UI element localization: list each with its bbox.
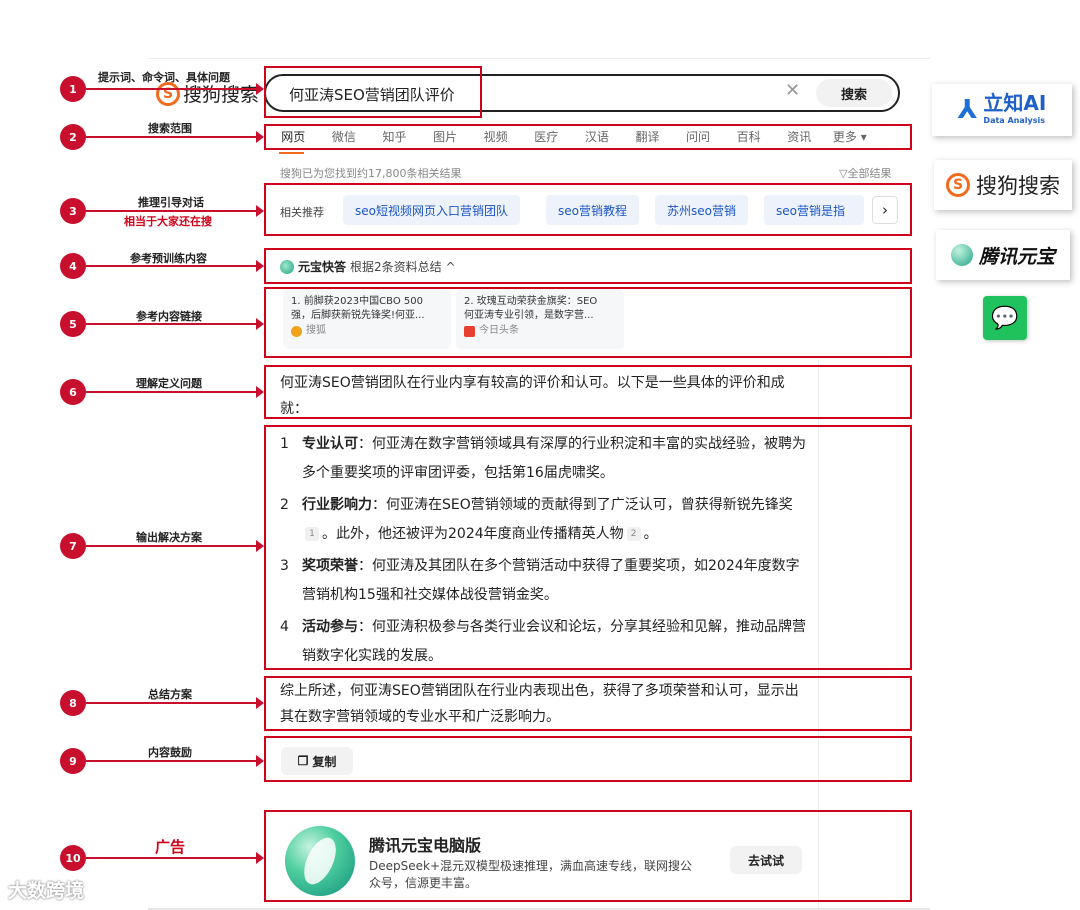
annotation-box-6 [264, 365, 912, 419]
annotation-label: 参考预训练内容 [130, 252, 207, 265]
all-results-filter[interactable]: ▽全部结果 [839, 165, 891, 181]
arrow-right-icon [86, 131, 264, 143]
lizhi-title: 立知AI [983, 91, 1047, 115]
annotation-box-8 [264, 676, 912, 731]
search-button[interactable]: 搜索 [816, 79, 892, 107]
arrow-right-icon [86, 697, 264, 709]
close-icon[interactable]: ✕ [785, 80, 800, 101]
wechat-icon: 💬 [983, 296, 1027, 340]
lizhi-subtitle: Data Analysis [983, 116, 1045, 125]
annotation-label: 广告 [155, 838, 186, 856]
annotation-box-4 [264, 248, 912, 284]
step-badge: 7 [60, 533, 86, 559]
annotation-label: 搜索范围 [148, 122, 192, 135]
annotation-box-9 [264, 736, 912, 782]
annotation-label: 提示词、命令词、具体问题 [98, 71, 230, 84]
arrow-right-icon [86, 755, 264, 767]
sogou-s-icon: S [946, 173, 970, 197]
annotation-box-5 [264, 287, 912, 358]
annotation-box-7 [264, 425, 912, 670]
yuanbao-side-text: 腾讯元宝 [978, 245, 1055, 268]
arrow-right-icon [86, 83, 264, 95]
step-badge: 5 [60, 311, 86, 337]
annotation-box-3 [264, 183, 912, 236]
lizhi-ai-logo: ⅄ 立知AI Data Analysis [932, 84, 1072, 136]
step-badge: 4 [60, 253, 86, 279]
arrow-right-icon [86, 540, 264, 552]
annotation-box-2 [264, 124, 912, 150]
annotation-label: 参考内容链接 [136, 310, 202, 323]
annotation-label: 推理引导对话 [138, 196, 204, 209]
step-badge: 6 [60, 379, 86, 405]
sogou-side-text: 搜狗搜索 [976, 174, 1060, 198]
step-badge: 8 [60, 690, 86, 716]
active-tab-indicator [279, 152, 304, 154]
annotation-box-10 [264, 810, 912, 902]
annotation-box-1 [264, 66, 482, 118]
step-badge: 3 [60, 198, 86, 224]
annotation-label: 总结方案 [148, 688, 192, 701]
annotation-label: 输出解决方案 [136, 531, 202, 544]
step-badge: 10 [60, 845, 86, 871]
sogou-s-icon: S [156, 81, 180, 106]
step-badge: 1 [60, 76, 86, 102]
arrow-right-icon [86, 386, 264, 398]
lizhi-mark-icon: ⅄ [957, 95, 978, 125]
result-count: 搜狗已为您找到约17,800条相关结果 [280, 167, 462, 180]
yuanbao-side-logo: 腾讯元宝 [936, 230, 1070, 280]
arrow-right-icon [86, 205, 264, 217]
arrow-right-icon [86, 852, 264, 864]
step-badge: 2 [60, 124, 86, 150]
yuanbao-icon [950, 244, 973, 266]
annotation-sublabel: 相当于大家还在搜 [124, 215, 212, 228]
sogou-side-logo: S 搜狗搜索 [934, 160, 1072, 210]
annotation-label: 内容鼓励 [148, 746, 192, 759]
annotation-label: 理解定义问题 [136, 377, 202, 390]
watermark: 大数跨境 [8, 880, 85, 902]
step-badge: 9 [60, 748, 86, 774]
